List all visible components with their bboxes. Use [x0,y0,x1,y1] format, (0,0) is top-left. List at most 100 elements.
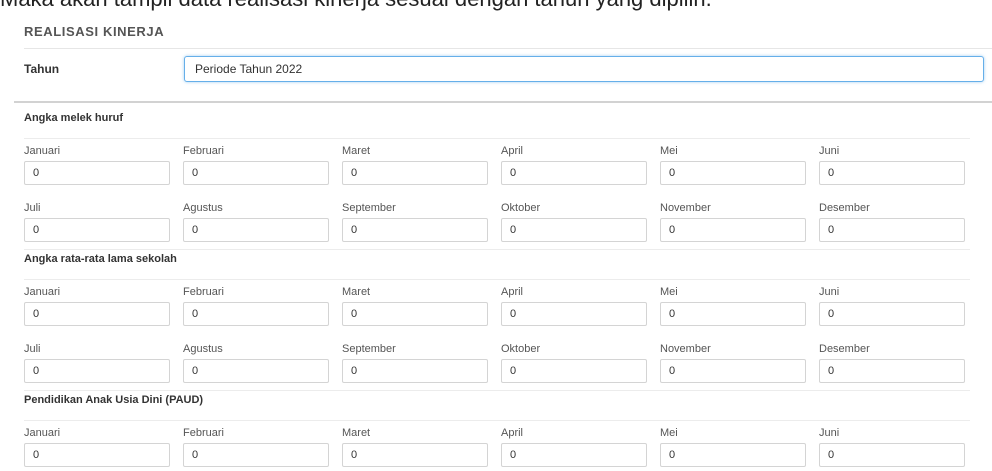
month-label: Juni [819,145,840,157]
month-input[interactable]: 0 [819,302,965,326]
month-field: Januari 0 [24,139,183,189]
month-input[interactable]: 0 [342,302,488,326]
month-label: September [342,202,396,214]
month-field: Februari 0 [183,280,342,330]
section-angka-melek-huruf: Angka melek huruf Januari 0 Februari 0 Mar… [24,108,970,250]
month-row: Juli 0 Agustus 0 September 0 Oktober 0 Novem… [24,337,970,387]
month-input[interactable]: 0 [660,359,806,383]
month-input[interactable]: 0 [660,218,806,242]
month-field: Juli 0 [24,196,183,246]
month-input[interactable]: 0 [24,359,170,383]
month-field: Agustus 0 [183,337,342,387]
month-input[interactable]: 0 [24,443,170,467]
month-field: Februari 0 [183,421,342,471]
month-input[interactable]: 0 [501,302,647,326]
month-label: Maret [342,427,371,439]
month-label: Februari [183,145,224,157]
month-field: Maret 0 [342,421,501,471]
month-field: Desember 0 [819,196,970,246]
month-input[interactable]: 0 [342,443,488,467]
month-input[interactable]: 0 [660,161,806,185]
month-input[interactable]: 0 [342,359,488,383]
title-divider [24,48,992,49]
section-title: Angka melek huruf [24,112,124,124]
month-field: Juni 0 [819,421,970,471]
month-label: Oktober [501,343,541,355]
month-label: April [501,286,524,298]
month-field: Mei 0 [660,139,819,189]
month-input[interactable]: 0 [24,218,170,242]
month-field: Februari 0 [183,139,342,189]
month-row: Juli 0 Agustus 0 September 0 Oktober 0 Novem… [24,196,970,246]
month-label: Juli [24,202,41,214]
year-label: Tahun [24,62,60,76]
month-label: Mei [660,145,678,157]
month-field: November 0 [660,337,819,387]
month-field: Agustus 0 [183,196,342,246]
month-input[interactable]: 0 [342,161,488,185]
month-field: Desember 0 [819,337,970,387]
month-label: Februari [183,427,224,439]
month-input[interactable]: 0 [501,218,647,242]
month-field: September 0 [342,337,501,387]
month-input[interactable]: 0 [819,443,965,467]
month-field: Januari 0 [24,421,183,471]
month-input[interactable]: 0 [24,302,170,326]
month-label: Januari [24,427,61,439]
month-input[interactable]: 0 [501,443,647,467]
month-label: Juni [819,427,840,439]
section-paud: Pendidikan Anak Usia Dini (PAUD) Januari… [24,390,970,471]
month-row: Januari 0 Februari 0 Maret 0 April 0 Mei 0 Ju… [24,139,970,189]
month-input[interactable]: 0 [819,218,965,242]
month-field: Juni 0 [819,280,970,330]
month-input[interactable]: 0 [183,161,329,185]
year-select[interactable]: Periode Tahun 2022 [184,56,984,82]
month-label: September [342,343,396,355]
month-label: Juli [24,343,41,355]
month-row: Januari 0 Februari 0 Maret 0 April 0 Mei 0 Ju… [24,280,970,330]
month-field: Mei 0 [660,280,819,330]
month-field: Maret 0 [342,139,501,189]
month-field: April 0 [501,421,660,471]
month-label: Januari [24,145,61,157]
month-row: Januari 0 Februari 0 Maret 0 April 0 Mei 0 Ju… [24,421,970,471]
month-input[interactable]: 0 [501,359,647,383]
month-label: Mei [660,286,678,298]
month-label: Agustus [183,343,223,355]
month-label: Agustus [183,202,223,214]
page-caption: Maka akan tampil data realisasi kinerja … [0,0,992,14]
month-input[interactable]: 0 [183,359,329,383]
section-angka-rata-rata-lama-sekolah: Angka rata-rata lama sekolah Januari 0 Fe… [24,249,970,391]
month-field: Juni 0 [819,139,970,189]
month-field: Oktober 0 [501,337,660,387]
month-input[interactable]: 0 [183,302,329,326]
month-field: November 0 [660,196,819,246]
month-label: Februari [183,286,224,298]
month-label: Oktober [501,202,541,214]
month-input[interactable]: 0 [183,218,329,242]
year-divider [14,101,992,103]
month-field: Januari 0 [24,280,183,330]
month-label: Desember [819,343,870,355]
month-field: Mei 0 [660,421,819,471]
month-input[interactable]: 0 [819,161,965,185]
month-field: April 0 [501,139,660,189]
month-input[interactable]: 0 [819,359,965,383]
month-input[interactable]: 0 [660,443,806,467]
section-title: Pendidikan Anak Usia Dini (PAUD) [24,394,204,406]
month-label: Mei [660,427,678,439]
month-input[interactable]: 0 [183,443,329,467]
month-label: November [660,343,711,355]
section-title: Angka rata-rata lama sekolah [24,253,177,265]
month-field: April 0 [501,280,660,330]
month-input[interactable]: 0 [660,302,806,326]
month-field: Oktober 0 [501,196,660,246]
month-field: Maret 0 [342,280,501,330]
month-label: Juni [819,286,840,298]
month-label: April [501,427,524,439]
month-input[interactable]: 0 [24,161,170,185]
month-input[interactable]: 0 [342,218,488,242]
month-label: Desember [819,202,870,214]
month-field: Juli 0 [24,337,183,387]
month-input[interactable]: 0 [501,161,647,185]
